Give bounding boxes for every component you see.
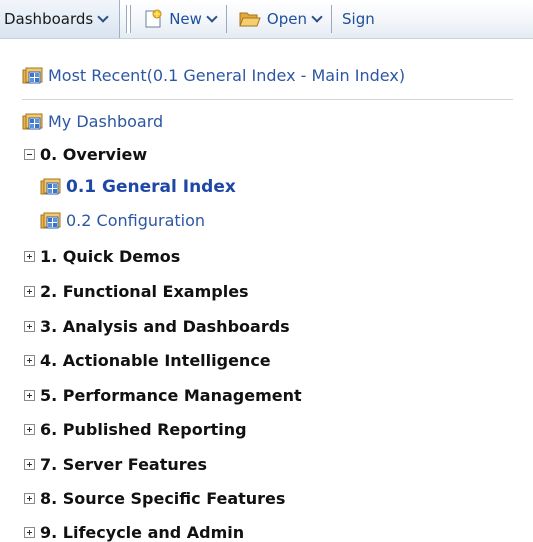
my-dashboard-label: My Dashboard <box>48 112 164 131</box>
tree-folder-source-specific-features[interactable]: 8. Source Specific Features <box>24 489 285 508</box>
folder-label: 5. Performance Management <box>40 386 302 405</box>
most-recent-label: Most Recent(0.1 General Index - Main Ind… <box>48 66 406 85</box>
new-document-icon <box>143 9 163 29</box>
folder-label: 9. Lifecycle and Admin <box>40 523 245 542</box>
toolbar: Dashboards New Open Sign <box>0 0 533 39</box>
sign-in-link[interactable]: Sign <box>332 0 385 38</box>
dashboards-menu[interactable]: Dashboards <box>0 0 121 38</box>
dashboard-icon <box>40 212 61 230</box>
collapse-icon[interactable] <box>24 149 35 160</box>
dashboard-icon <box>22 113 43 131</box>
expand-icon[interactable] <box>24 390 35 401</box>
folder-label: 1. Quick Demos <box>40 247 181 266</box>
chevron-down-icon <box>311 10 323 23</box>
folder-label: 0. Overview <box>40 145 148 164</box>
most-recent-link[interactable]: Most Recent(0.1 General Index - Main Ind… <box>22 66 405 85</box>
tree-folder-overview[interactable]: 0. Overview <box>24 145 147 164</box>
folder-open-icon <box>239 10 261 28</box>
expand-icon[interactable] <box>24 424 35 435</box>
dashboard-icon <box>40 178 61 196</box>
dashboard-label: 0.2 Configuration <box>66 211 206 230</box>
tree-folder-actionable-intelligence[interactable]: 4. Actionable Intelligence <box>24 351 271 370</box>
my-dashboard-link[interactable]: My Dashboard <box>22 112 163 131</box>
expand-icon[interactable] <box>24 321 35 332</box>
dashboard-icon <box>22 67 43 85</box>
folder-label: 7. Server Features <box>40 455 208 474</box>
tree-folder-published-reporting[interactable]: 6. Published Reporting <box>24 420 247 439</box>
expand-icon[interactable] <box>24 459 35 470</box>
new-menu[interactable]: New <box>131 0 226 38</box>
folder-label: 8. Source Specific Features <box>40 489 286 508</box>
dashboards-label: Dashboards <box>4 10 94 28</box>
divider <box>22 99 513 100</box>
expand-icon[interactable] <box>24 355 35 366</box>
folder-label: 3. Analysis and Dashboards <box>40 317 290 336</box>
chevron-down-icon <box>206 10 218 23</box>
new-label: New <box>169 10 202 28</box>
expand-icon[interactable] <box>24 527 35 538</box>
dashboard-link-general-index[interactable]: 0.1 General Index <box>40 177 236 197</box>
folder-label: 6. Published Reporting <box>40 420 247 439</box>
tree-folder-lifecycle-admin[interactable]: 9. Lifecycle and Admin <box>24 523 244 542</box>
tree-folder-functional-examples[interactable]: 2. Functional Examples <box>24 282 249 301</box>
tree-folder-performance-management[interactable]: 5. Performance Management <box>24 386 302 405</box>
open-label: Open <box>266 10 307 28</box>
sign-label: Sign <box>342 10 375 28</box>
folder-label: 2. Functional Examples <box>40 282 249 301</box>
tree-folder-quick-demos[interactable]: 1. Quick Demos <box>24 247 180 266</box>
expand-icon[interactable] <box>24 286 35 297</box>
open-menu[interactable]: Open <box>227 0 331 38</box>
tree-folder-server-features[interactable]: 7. Server Features <box>24 455 207 474</box>
chevron-down-icon <box>97 10 109 23</box>
dashboard-link-configuration[interactable]: 0.2 Configuration <box>40 211 205 230</box>
tree-folder-analysis-dashboards[interactable]: 3. Analysis and Dashboards <box>24 317 290 336</box>
dashboard-label: 0.1 General Index <box>66 177 236 197</box>
folder-label: 4. Actionable Intelligence <box>40 351 271 370</box>
expand-icon[interactable] <box>24 493 35 504</box>
expand-icon[interactable] <box>24 251 35 262</box>
